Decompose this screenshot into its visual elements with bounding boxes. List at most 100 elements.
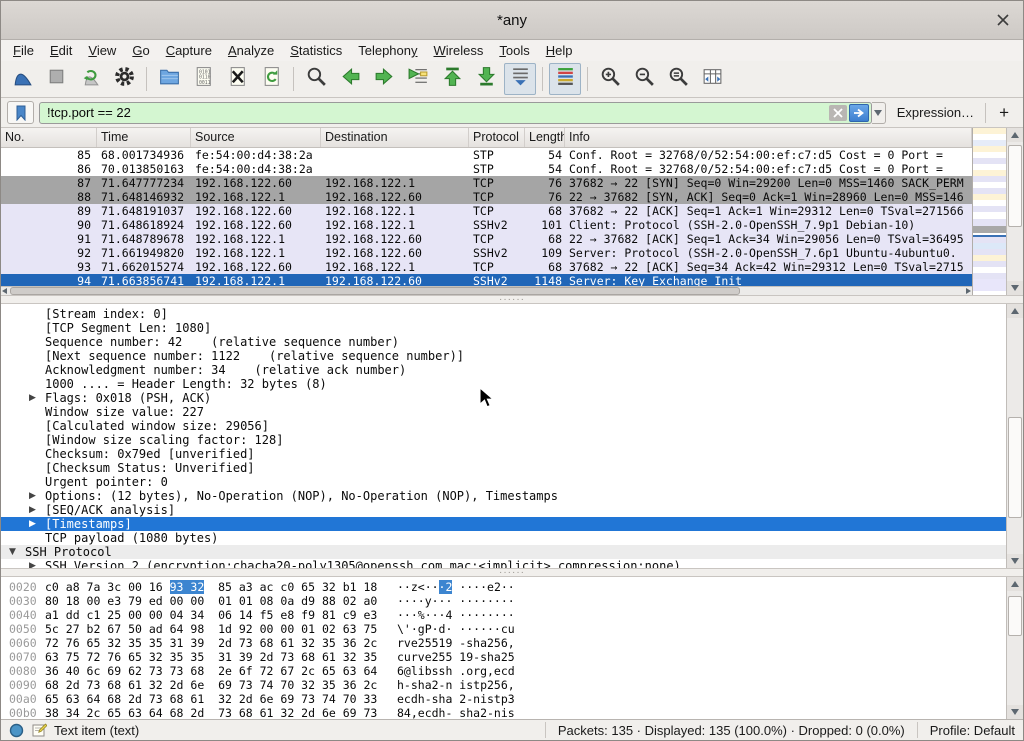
detail-line[interactable]: ▶Options: (12 bytes), No-Operation (NOP)…	[1, 489, 1006, 503]
column-header-protocol[interactable]: Protocol	[469, 128, 525, 147]
scroll-up-icon[interactable]	[1007, 304, 1023, 318]
scroll-down-icon[interactable]	[1007, 705, 1023, 719]
packet-row-91[interactable]: 9171.648789678192.168.122.1192.168.122.6…	[1, 232, 972, 246]
expression-button[interactable]: Expression…	[891, 105, 980, 120]
expander-right-icon[interactable]: ▶	[29, 517, 36, 531]
scroll-track[interactable]	[1007, 142, 1023, 281]
expander-right-icon[interactable]: ▶	[29, 559, 36, 568]
scroll-up-icon[interactable]	[1007, 128, 1023, 142]
hscroll-thumb[interactable]	[10, 287, 740, 295]
add-filter-button[interactable]: +	[991, 103, 1017, 123]
column-header-time[interactable]: Time	[97, 128, 191, 147]
hex-row-0060[interactable]: 006072 76 65 32 35 35 31 39 2d 73 68 61 …	[1, 636, 1006, 650]
packet-minimap[interactable]	[972, 128, 1006, 295]
go-next-packet-button[interactable]	[368, 63, 400, 95]
detail-line[interactable]: Sequence number: 42 (relative sequence n…	[1, 335, 1006, 349]
scroll-thumb[interactable]	[1008, 417, 1022, 518]
hex-row-0020[interactable]: 0020c0 a8 7a 3c 00 16 93 32 85 a3 ac c0 …	[1, 580, 1006, 594]
scroll-thumb[interactable]	[1008, 596, 1022, 637]
scroll-track[interactable]	[1007, 591, 1023, 705]
save-capture-file-button[interactable]: 010101100011	[187, 63, 219, 95]
menu-edit[interactable]: Edit	[42, 41, 80, 60]
scroll-right-icon[interactable]	[966, 288, 971, 294]
detail-line[interactable]: Checksum: 0x79ed [unverified]	[1, 447, 1006, 461]
menu-file[interactable]: File	[5, 41, 42, 60]
open-capture-file-button[interactable]	[153, 63, 185, 95]
menu-statistics[interactable]: Statistics	[282, 41, 350, 60]
splitter-bottom[interactable]	[1, 568, 1023, 577]
hex-row-00a0[interactable]: 00a065 63 64 68 2d 73 68 61 32 2d 6e 69 …	[1, 692, 1006, 706]
detail-line[interactable]: ▶SSH Version 2 (encryption:chacha20-poly…	[1, 559, 1006, 568]
detail-line[interactable]: ▶Flags: 0x018 (PSH, ACK)	[1, 391, 1006, 405]
packet-row-88[interactable]: 8871.648146932192.168.122.1192.168.122.6…	[1, 190, 972, 204]
expander-right-icon[interactable]: ▶	[29, 489, 36, 503]
detail-line[interactable]: Urgent pointer: 0	[1, 475, 1006, 489]
hex-row-0040[interactable]: 0040a1 dd c1 25 00 00 04 34 06 14 f5 e8 …	[1, 608, 1006, 622]
go-first-packet-button[interactable]	[436, 63, 468, 95]
filter-history-dropdown[interactable]	[872, 102, 886, 124]
auto-scroll-button[interactable]	[504, 63, 536, 95]
filter-clear-button[interactable]	[829, 105, 847, 121]
packet-row-89[interactable]: 8971.648191037192.168.122.60192.168.122.…	[1, 204, 972, 218]
expander-right-icon[interactable]: ▶	[29, 503, 36, 517]
go-to-packet-button[interactable]	[402, 63, 434, 95]
filter-apply-button[interactable]	[849, 104, 869, 122]
find-packet-button[interactable]	[300, 63, 332, 95]
filter-input[interactable]: !tcp.port == 22	[39, 102, 872, 124]
title-bar[interactable]: *any	[1, 1, 1023, 40]
bytes-vscrollbar[interactable]	[1006, 577, 1023, 719]
expander-right-icon[interactable]: ▶	[29, 391, 36, 405]
column-header-info[interactable]: Info	[565, 128, 972, 147]
packet-row-93[interactable]: 9371.662015274192.168.122.60192.168.122.…	[1, 260, 972, 274]
detail-line[interactable]: ▼SSH Protocol	[1, 545, 1006, 559]
hex-row-0090[interactable]: 009068 2d 73 68 61 32 2d 6e 69 73 74 70 …	[1, 678, 1006, 692]
detail-line[interactable]: [Checksum Status: Unverified]	[1, 461, 1006, 475]
menu-capture[interactable]: Capture	[158, 41, 220, 60]
hex-row-0030[interactable]: 003080 18 00 e3 79 ed 00 00 01 01 08 0a …	[1, 594, 1006, 608]
packet-list-hscrollbar[interactable]	[1, 286, 972, 295]
detail-line[interactable]: ▶[Timestamps]	[1, 517, 1006, 531]
go-previous-packet-button[interactable]	[334, 63, 366, 95]
detail-line[interactable]: Window size value: 227	[1, 405, 1006, 419]
hex-row-0070[interactable]: 007063 75 72 76 65 32 35 35 31 39 2d 73 …	[1, 650, 1006, 664]
hex-row-00b0[interactable]: 00b038 34 2c 65 63 64 68 2d 73 68 61 32 …	[1, 706, 1006, 719]
menu-view[interactable]: View	[80, 41, 124, 60]
packet-row-85[interactable]: 8568.001734936fe:54:00:d4:38:2aSTP54Conf…	[1, 148, 972, 162]
resize-columns-button[interactable]	[696, 63, 728, 95]
detail-line[interactable]: Acknowledgment number: 34 (relative ack …	[1, 363, 1006, 377]
menu-help[interactable]: Help	[538, 41, 581, 60]
scroll-down-icon[interactable]	[1007, 554, 1023, 568]
column-header-source[interactable]: Source	[191, 128, 321, 147]
zoom-100-button[interactable]	[662, 63, 694, 95]
scroll-track[interactable]	[1007, 318, 1023, 554]
expander-down-icon[interactable]: ▼	[9, 545, 16, 559]
menu-wireless[interactable]: Wireless	[426, 41, 492, 60]
capture-comment-button[interactable]	[31, 722, 47, 738]
packet-row-90[interactable]: 9071.648618924192.168.122.60192.168.122.…	[1, 218, 972, 232]
zoom-out-button[interactable]	[628, 63, 660, 95]
expert-info-button[interactable]	[9, 723, 24, 738]
menu-analyze[interactable]: Analyze	[220, 41, 282, 60]
packet-row-87[interactable]: 8771.647777234192.168.122.60192.168.122.…	[1, 176, 972, 190]
packet-row-92[interactable]: 9271.661949820192.168.122.1192.168.122.6…	[1, 246, 972, 260]
zoom-in-button[interactable]	[594, 63, 626, 95]
details-vscrollbar[interactable]	[1006, 304, 1023, 568]
menu-telephony[interactable]: Telephony	[350, 41, 425, 60]
packet-row-86[interactable]: 8670.013850163fe:54:00:d4:38:2aSTP54Conf…	[1, 162, 972, 176]
detail-line[interactable]: [Calculated window size: 29056]	[1, 419, 1006, 433]
packet-list-vscrollbar[interactable]	[1006, 128, 1023, 295]
column-header-destination[interactable]: Destination	[321, 128, 469, 147]
stop-capture-button[interactable]	[40, 63, 72, 95]
capture-options-button[interactable]	[108, 63, 140, 95]
reload-capture-file-button[interactable]	[255, 63, 287, 95]
close-button[interactable]	[993, 10, 1013, 30]
column-header-length[interactable]: Length	[525, 128, 565, 147]
colorize-packets-button[interactable]	[549, 63, 581, 95]
menu-tools[interactable]: Tools	[491, 41, 537, 60]
detail-line[interactable]: [Window size scaling factor: 128]	[1, 433, 1006, 447]
detail-line[interactable]: 1000 .... = Header Length: 32 bytes (8)	[1, 377, 1006, 391]
profile-button[interactable]: Profile: Default	[930, 723, 1015, 738]
go-last-packet-button[interactable]	[470, 63, 502, 95]
detail-line[interactable]: [Stream index: 0]	[1, 307, 1006, 321]
hex-row-0050[interactable]: 00505c 27 b2 67 50 ad 64 98 1d 92 00 00 …	[1, 622, 1006, 636]
